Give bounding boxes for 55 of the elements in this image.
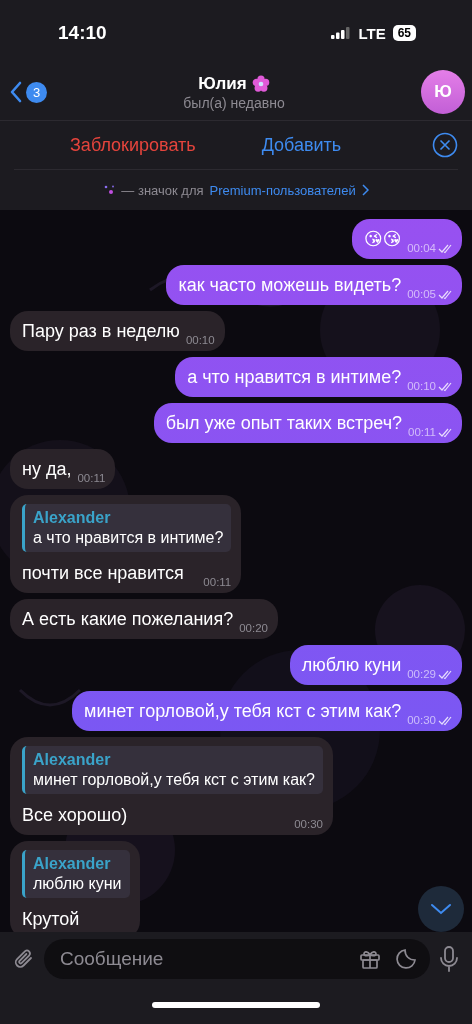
network-label: LTE [358, 24, 386, 42]
microphone-icon [438, 946, 460, 972]
chevron-down-icon [430, 903, 452, 915]
message-time: 00:29 [407, 668, 436, 680]
message-text: 😘😘 [363, 228, 402, 251]
back-chevron-icon [10, 81, 22, 103]
message-time: 00:11 [408, 426, 436, 438]
reply-author: Alexander [33, 751, 112, 769]
reply-text: а что нравится в интиме? [33, 529, 224, 547]
message-text: люблю куни [301, 654, 402, 677]
block-button[interactable]: Заблокировать [64, 130, 202, 160]
reply-quote[interactable]: Alexander люблю куни [22, 850, 130, 898]
message-time: 00:20 [239, 622, 268, 634]
premium-link[interactable]: Premium-пользователей [209, 182, 356, 198]
battery-indicator: 65 [392, 25, 416, 41]
message-text: Пару раз в неделю [22, 320, 180, 343]
message-time: 00:11 [77, 472, 106, 484]
message-text: ну да, [22, 458, 72, 481]
reply-text: минет горловой,у тебя кст с этим как? [33, 771, 315, 789]
back-button[interactable]: 3 [10, 81, 47, 103]
reply-quote[interactable]: Alexander а что нравится в интиме? [22, 504, 232, 552]
message-text: А есть какие пожелания? [22, 608, 234, 631]
avatar[interactable]: Ю [421, 70, 465, 114]
message-time: 00:10 [185, 334, 215, 346]
message-text: а что нравится в интиме? [187, 366, 402, 389]
contact-name: Юлия [198, 73, 247, 94]
premium-note-text: — значок для [121, 182, 204, 198]
status-time: 14:10 [58, 22, 107, 44]
signal-icon [331, 27, 352, 39]
last-seen-status: был(а) недавно [183, 94, 285, 111]
close-icon [432, 132, 458, 158]
message-text: почти все нравится [22, 562, 184, 585]
message-input-field[interactable]: Сообщение [44, 939, 430, 979]
message-time: 00:30 [407, 714, 436, 726]
voice-button[interactable] [438, 946, 460, 972]
message-text: Все хорошо) [22, 804, 128, 827]
reply-author: Alexander [33, 509, 112, 527]
add-contact-button[interactable]: Добавить [255, 130, 348, 160]
message-time: 00:11 [203, 576, 232, 588]
unread-count-badge: 3 [26, 81, 47, 103]
message-time: 00:10 [407, 380, 436, 392]
message-text: минет горловой,у тебя кст с этим как? [84, 700, 402, 723]
message-text: был уже опыт таких встреч? [165, 412, 403, 435]
close-button[interactable] [432, 132, 458, 158]
reply-author: Alexander [33, 855, 112, 873]
message-time: 00:30 [294, 818, 323, 830]
message-time: 00:05 [407, 288, 436, 300]
message-time: 00:04 [407, 242, 436, 254]
chevron-right-icon [361, 184, 369, 196]
message-text: как часто можешь видеть? [178, 274, 402, 297]
flower-icon [251, 74, 270, 93]
reply-text: люблю куни [33, 875, 122, 893]
sparkle-icon [103, 184, 116, 196]
reply-quote[interactable]: Alexander минет горловой,у тебя кст с этим как? [22, 746, 323, 794]
message-text: Крутой [22, 908, 80, 931]
